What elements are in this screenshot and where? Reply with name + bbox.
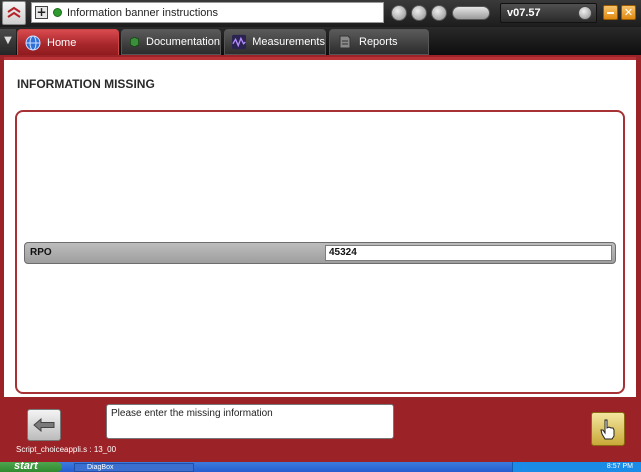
information-banner[interactable]: + Information banner instructions xyxy=(31,2,384,23)
top-bar: + Information banner instructions v07.57… xyxy=(0,0,641,27)
version-label: v07.57 xyxy=(507,7,541,19)
tab-home[interactable]: Home xyxy=(17,29,119,55)
battery-icon xyxy=(452,6,490,20)
taskbar-item-diagbox[interactable]: DiagBox xyxy=(74,463,194,472)
clock: 8:57 PM xyxy=(606,463,633,470)
page-title: INFORMATION MISSING xyxy=(17,77,155,91)
validate-button[interactable] xyxy=(591,412,625,446)
tab-label: Documentation xyxy=(146,36,220,48)
start-button[interactable]: start xyxy=(0,462,62,472)
main-panel: INFORMATION MISSING RPO 45324 xyxy=(4,57,636,397)
home-icon[interactable] xyxy=(411,5,427,21)
document-icon xyxy=(339,35,351,49)
tab-measurements[interactable]: Measurements xyxy=(224,29,326,55)
tab-reports[interactable]: Reports xyxy=(329,29,429,55)
tab-label: Home xyxy=(47,36,77,49)
citroen-logo xyxy=(2,1,26,25)
tab-documentation[interactable]: Documentation xyxy=(121,29,221,55)
arrow-left-icon xyxy=(33,418,55,432)
taskbar: start DiagBox 8:57 PM xyxy=(0,462,641,472)
help-icon[interactable] xyxy=(578,6,592,20)
tab-label: Measurements xyxy=(252,36,325,48)
chevron-down-icon[interactable]: ▼ xyxy=(0,29,16,55)
system-tray: 8:57 PM xyxy=(512,462,641,472)
script-label: Script_choiceappli.s : 13_00 xyxy=(16,445,117,454)
waveform-icon xyxy=(232,34,247,50)
back-button[interactable] xyxy=(27,409,61,441)
message-box: Please enter the missing information xyxy=(106,404,394,439)
hand-pointer-icon xyxy=(600,419,615,440)
banner-text: Information banner instructions xyxy=(67,6,219,19)
version-box: v07.57 xyxy=(500,3,597,23)
rpo-field-row: RPO 45324 xyxy=(24,242,616,264)
diagbox-window: + Information banner instructions v07.57… xyxy=(0,0,641,472)
info-icon[interactable] xyxy=(391,5,407,21)
book-icon xyxy=(130,36,139,48)
settings-icon[interactable] xyxy=(431,5,447,21)
status-dot-icon xyxy=(53,8,62,17)
minimize-button[interactable] xyxy=(603,5,618,20)
expand-plus-icon[interactable]: + xyxy=(35,6,48,19)
close-button[interactable]: ✕ xyxy=(621,5,636,20)
globe-icon xyxy=(25,35,41,50)
tab-label: Reports xyxy=(359,36,398,48)
content-frame: RPO 45324 xyxy=(15,110,625,394)
rpo-input[interactable]: 45324 xyxy=(325,245,612,261)
tab-bar: ▼ Home Documentation Measurements Report… xyxy=(0,27,641,55)
rpo-label: RPO xyxy=(30,247,52,258)
